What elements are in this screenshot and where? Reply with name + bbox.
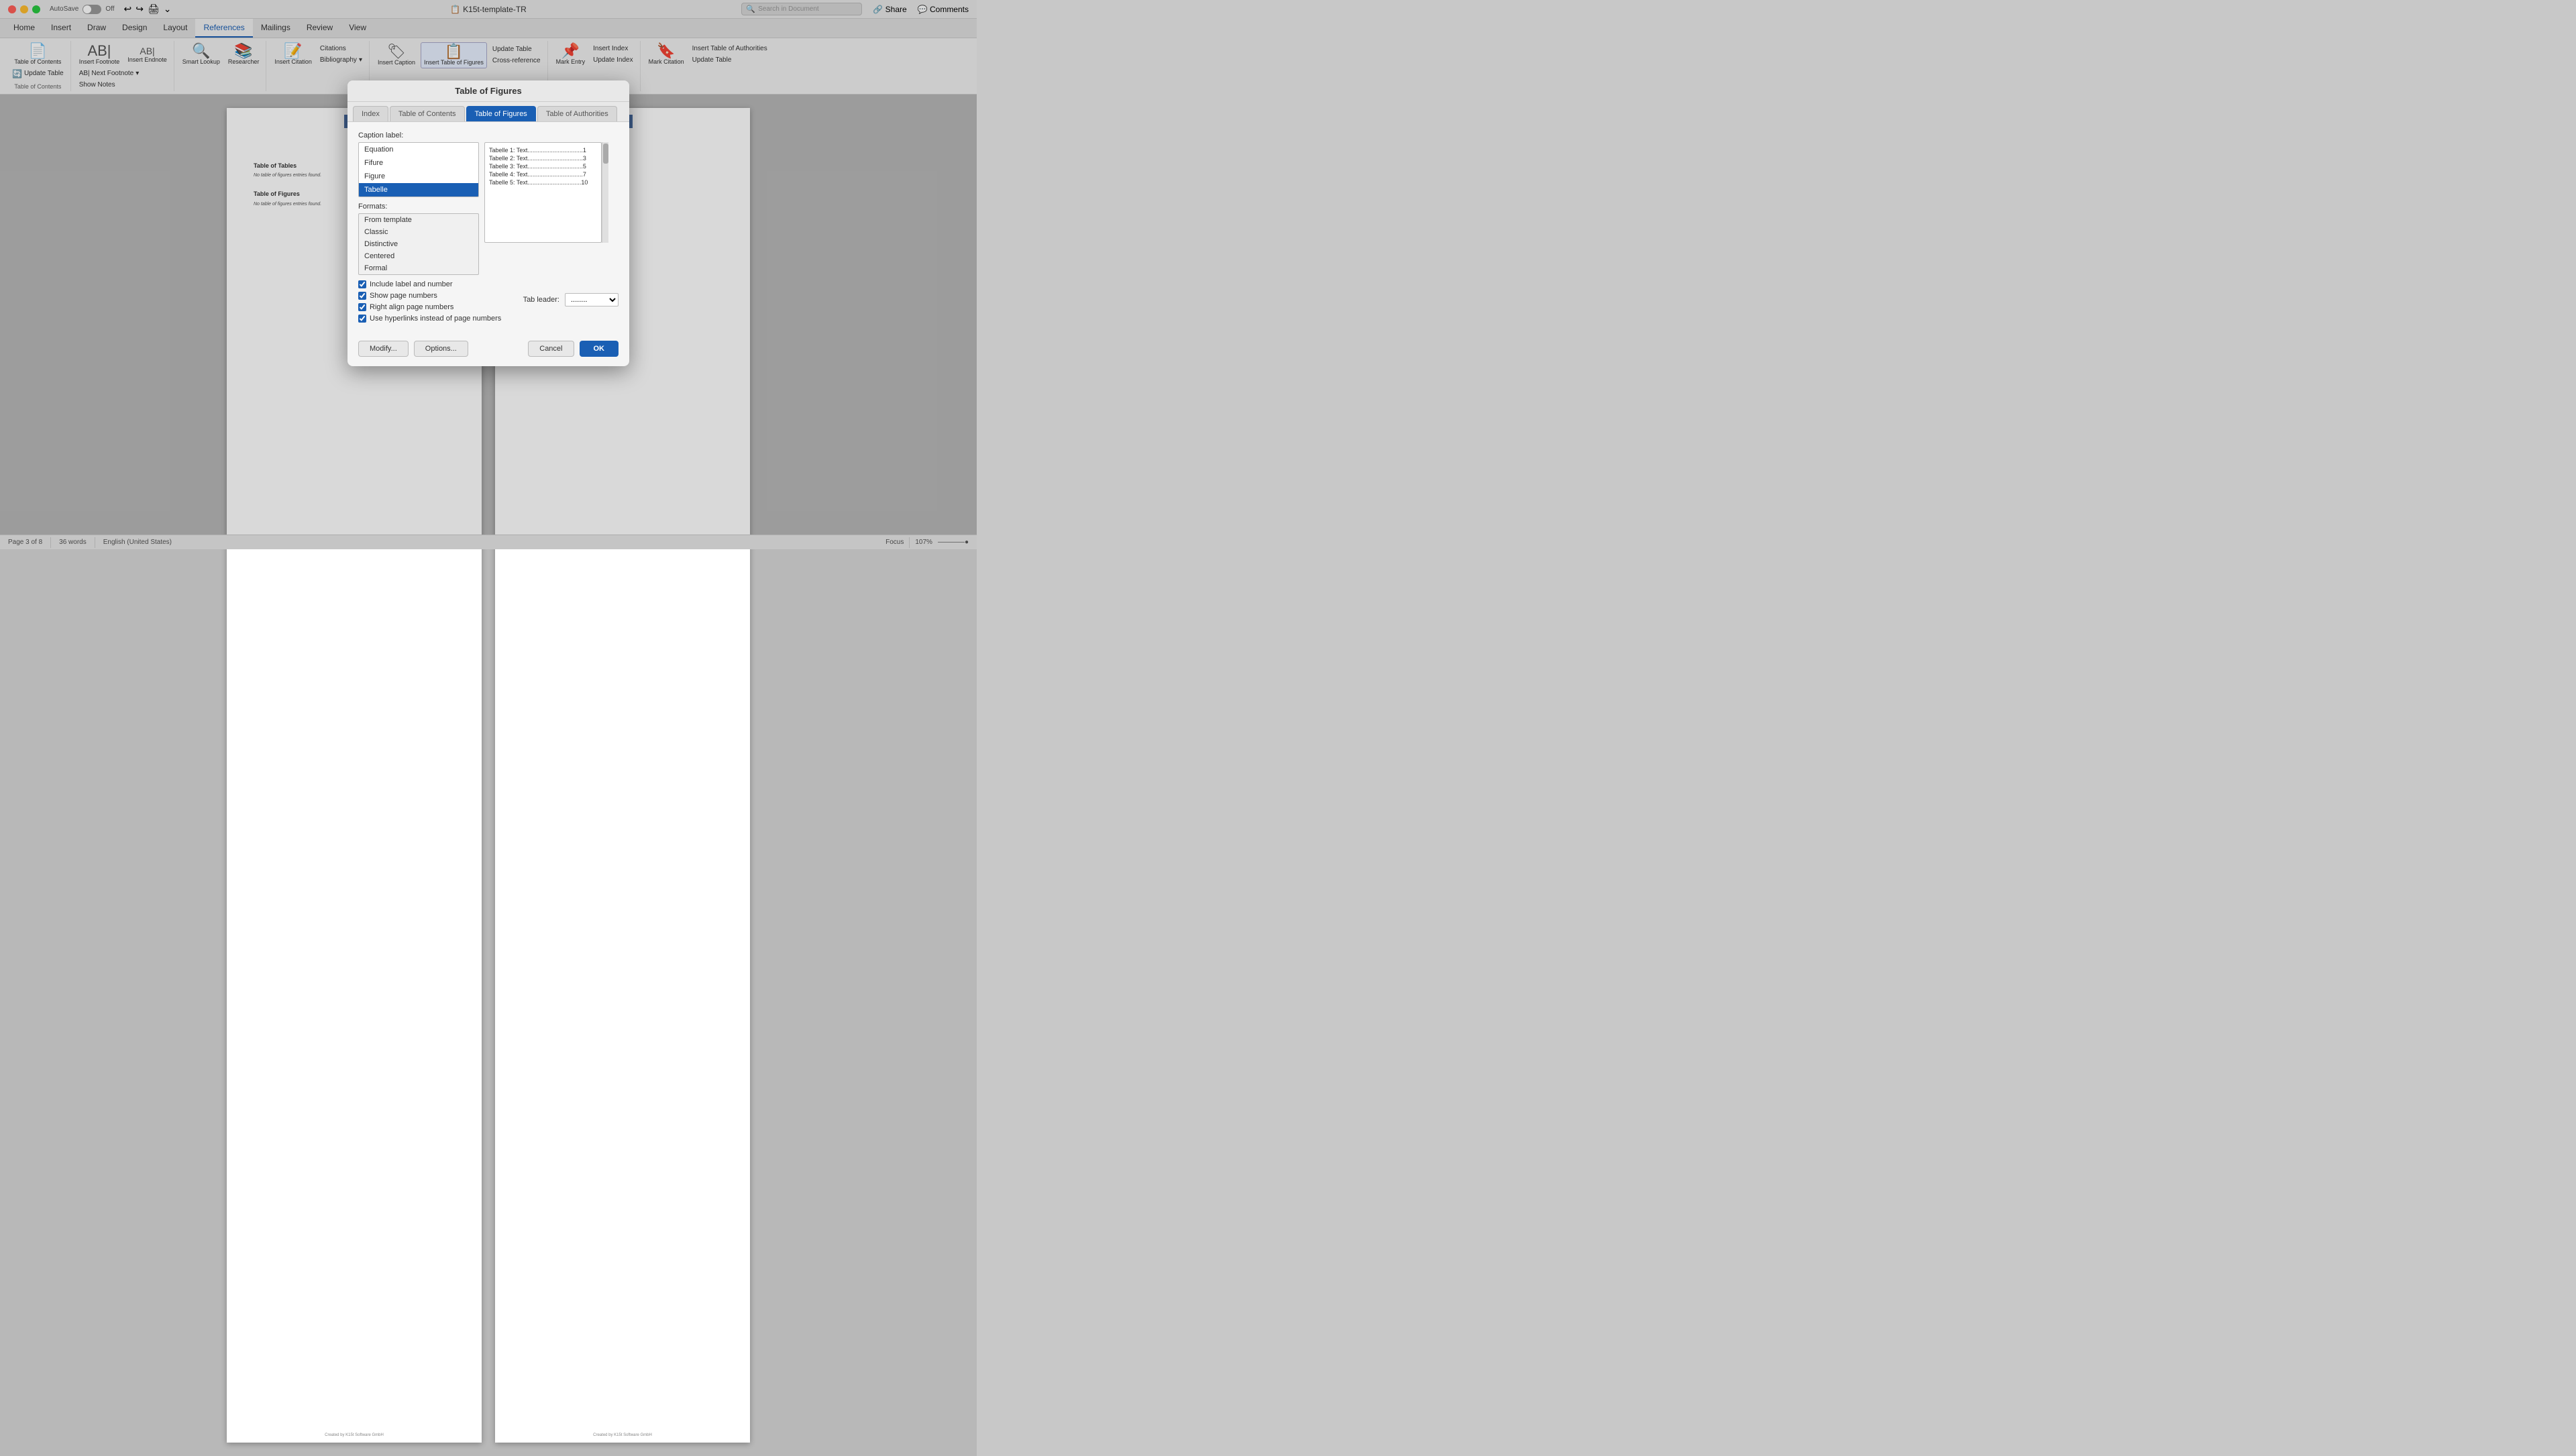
caption-tabelle[interactable]: Tabelle — [359, 183, 478, 197]
dialog-footer: Modify... Options... Cancel OK — [347, 335, 629, 366]
modify-button[interactable]: Modify... — [358, 341, 409, 357]
checkbox-include-label: Include label and number — [358, 280, 619, 288]
tab-leader-select[interactable]: ........ — [565, 293, 619, 306]
preview-item-5: Tabelle 5: Text.........................… — [489, 179, 597, 186]
preview-item-2: Tabelle 2: Text.........................… — [489, 155, 597, 162]
dialog-tab-index[interactable]: Index — [353, 106, 388, 121]
format-classic[interactable]: Classic — [359, 226, 478, 238]
right-align-checkbox[interactable] — [358, 303, 366, 311]
format-distinctive[interactable]: Distinctive — [359, 238, 478, 250]
show-page-text: Show page numbers — [370, 292, 437, 300]
preview-box: Tabelle 1: Text.........................… — [484, 142, 602, 243]
checkbox-right-align: Right align page numbers — [358, 303, 501, 311]
format-formal[interactable]: Formal — [359, 262, 478, 274]
preview-item-4: Tabelle 4: Text.........................… — [489, 171, 597, 178]
dialog-body: Caption label: Equation Fifure Figure Ta… — [347, 122, 629, 335]
scrollbar-thumb — [603, 144, 608, 164]
tab-leader-label: Tab leader: — [523, 296, 559, 304]
footer-right: Cancel OK — [528, 341, 619, 357]
table-of-figures-dialog: Table of Figures Index Table of Contents… — [347, 80, 629, 366]
formats-label: Formats: — [358, 203, 479, 211]
format-from-template[interactable]: From template — [359, 214, 478, 226]
checkbox-hyperlinks: Use hyperlinks instead of page numbers — [358, 315, 501, 323]
preview-item-3: Tabelle 3: Text.........................… — [489, 163, 597, 170]
tab-leader-row: Tab leader: ........ — [523, 293, 619, 306]
modal-overlay: Table of Figures Index Table of Contents… — [0, 0, 977, 549]
ok-button[interactable]: OK — [580, 341, 619, 357]
formats-list: From template Classic Distinctive Center… — [358, 213, 479, 275]
dialog-title: Table of Figures — [347, 80, 629, 102]
preview-item-1: Tabelle 1: Text.........................… — [489, 147, 597, 154]
hyperlinks-text: Use hyperlinks instead of page numbers — [370, 315, 501, 323]
checkboxes-left: Show page numbers Right align page numbe… — [358, 292, 501, 326]
dialog-tab-authorities[interactable]: Table of Authorities — [537, 106, 617, 121]
caption-fifure[interactable]: Fifure — [359, 156, 478, 170]
checkbox-tab-row: Show page numbers Right align page numbe… — [358, 292, 619, 326]
dialog-tab-tof[interactable]: Table of Figures — [466, 106, 536, 121]
preview-container: Tabelle 1: Text.........................… — [484, 142, 619, 243]
caption-label: Caption label: — [358, 131, 619, 139]
caption-list: Equation Fifure Figure Tabelle — [358, 142, 479, 197]
dialog-tab-toc[interactable]: Table of Contents — [390, 106, 465, 121]
caption-equation[interactable]: Equation — [359, 143, 478, 156]
cancel-button[interactable]: Cancel — [528, 341, 574, 357]
options-button[interactable]: Options... — [414, 341, 468, 357]
caption-figure[interactable]: Figure — [359, 170, 478, 183]
preview-column: Tabelle 1: Text.........................… — [484, 142, 619, 275]
dialog-two-col: Equation Fifure Figure Tabelle Formats: … — [358, 142, 619, 275]
preview-scrollbar[interactable] — [602, 142, 608, 243]
show-page-checkbox[interactable] — [358, 292, 366, 300]
hyperlinks-checkbox[interactable] — [358, 315, 366, 323]
dialog-tabs: Index Table of Contents Table of Figures… — [347, 102, 629, 122]
caption-column: Equation Fifure Figure Tabelle Formats: … — [358, 142, 479, 275]
page-footer-2: Created by K15t Software GmbH — [593, 1433, 652, 1437]
footer-left: Modify... Options... — [358, 341, 468, 357]
checkbox-show-page: Show page numbers — [358, 292, 501, 300]
include-label-text: Include label and number — [370, 280, 453, 288]
format-centered[interactable]: Centered — [359, 250, 478, 262]
include-label-checkbox[interactable] — [358, 280, 366, 288]
page-footer-1: Created by K15t Software GmbH — [325, 1433, 384, 1437]
right-align-text: Right align page numbers — [370, 303, 453, 311]
